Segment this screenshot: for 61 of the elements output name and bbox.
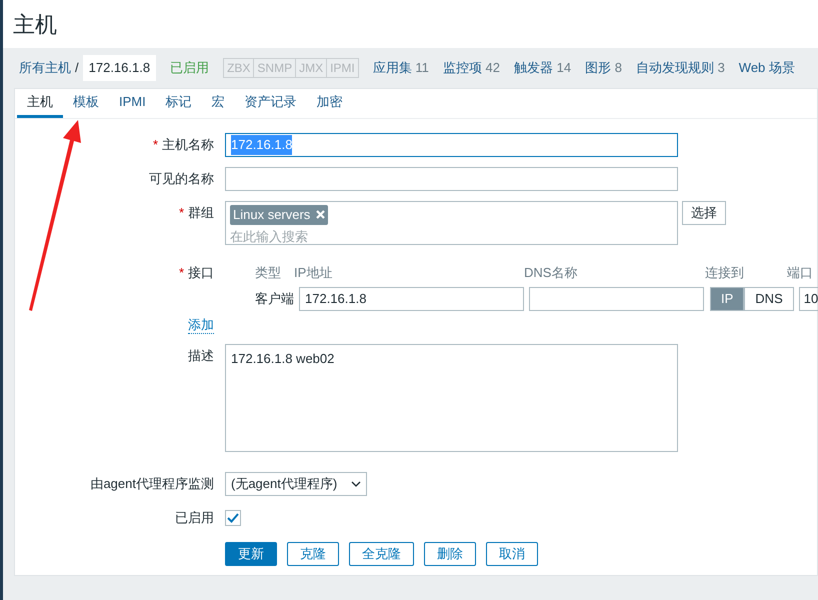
form-button[interactable]: 全克隆: [349, 542, 414, 566]
field-label: 群组: [188, 204, 214, 222]
proxy-dropdown[interactable]: (无agent代理程序): [225, 472, 367, 496]
host-link[interactable]: 应用集 11: [372, 58, 429, 78]
required-asterisk: *: [178, 204, 184, 222]
toggle-button[interactable]: DNS: [744, 287, 794, 311]
breadcrumb-separator: /: [75, 59, 79, 78]
input-field[interactable]: 172.16.1.8: [225, 133, 678, 157]
chevron-down-icon: [351, 481, 361, 487]
tab[interactable]: 主机: [17, 89, 63, 118]
required-asterisk: *: [178, 264, 184, 282]
field-label: 已启用: [175, 509, 214, 528]
host-link[interactable]: Web 场景: [738, 58, 795, 78]
tab[interactable]: 宏: [202, 89, 235, 118]
select-button[interactable]: 选择: [682, 201, 726, 225]
input-field[interactable]: [529, 287, 704, 311]
tab[interactable]: 资产记录: [234, 89, 307, 118]
field-label: 描述: [188, 347, 214, 366]
column-header: DNS名称: [524, 264, 578, 282]
column-header: IP地址: [294, 264, 334, 282]
host-link[interactable]: 图形 8: [585, 58, 622, 78]
form-button[interactable]: 删除: [424, 542, 476, 566]
tab[interactable]: 标记: [156, 89, 202, 118]
checkbox[interactable]: [225, 510, 241, 526]
group-tag: Linux servers: [230, 205, 328, 224]
column-header: 端口: [787, 264, 813, 282]
field-label: 主机名称: [162, 136, 214, 154]
input-field[interactable]: [225, 167, 678, 191]
breadcrumb-link[interactable]: 所有主机: [19, 58, 71, 78]
form-button[interactable]: 克隆: [287, 542, 339, 566]
form-button[interactable]: 更新: [225, 542, 277, 566]
field-label: 可见的名称: [149, 170, 214, 188]
breadcrumb-current: 172.16.1.8: [82, 55, 156, 81]
field-label: 由agent代理程序监测: [90, 475, 214, 494]
interface-type: 客户端: [255, 290, 294, 308]
check-icon: [227, 513, 239, 523]
host-link[interactable]: 监控项 42: [442, 58, 500, 78]
form-button[interactable]: 取消: [486, 542, 538, 566]
availability-label: JMX: [295, 59, 326, 77]
input-field[interactable]: 172.16.1.8: [299, 287, 524, 311]
host-link[interactable]: 自动发现规则 3: [636, 58, 725, 78]
column-header: 类型: [255, 264, 282, 282]
close-icon[interactable]: [316, 210, 326, 220]
status-text: 已启用: [170, 59, 210, 78]
field-label: 接口: [188, 264, 214, 282]
host-link[interactable]: 触发器 14: [514, 58, 572, 78]
textarea-field[interactable]: 172.16.1.8 web02: [225, 344, 678, 452]
toggle-button[interactable]: IP: [710, 287, 744, 311]
tab[interactable]: 加密: [306, 89, 353, 118]
input-field[interactable]: 10: [798, 287, 818, 311]
availability-label: IPMI: [326, 59, 358, 77]
search-placeholder: 在此输入搜索: [230, 228, 309, 246]
required-asterisk: *: [152, 136, 158, 154]
tab[interactable]: 模板: [63, 89, 109, 118]
column-header: 连接到: [705, 264, 745, 282]
page-title: 主机: [13, 10, 57, 38]
add-link[interactable]: 添加: [188, 317, 214, 334]
availability-label: SNMP: [253, 59, 296, 77]
multiselect-field[interactable]: Linux servers 在此输入搜索: [225, 201, 678, 245]
availability-label: ZBX: [226, 60, 252, 77]
tab[interactable]: IPMI: [109, 89, 156, 118]
